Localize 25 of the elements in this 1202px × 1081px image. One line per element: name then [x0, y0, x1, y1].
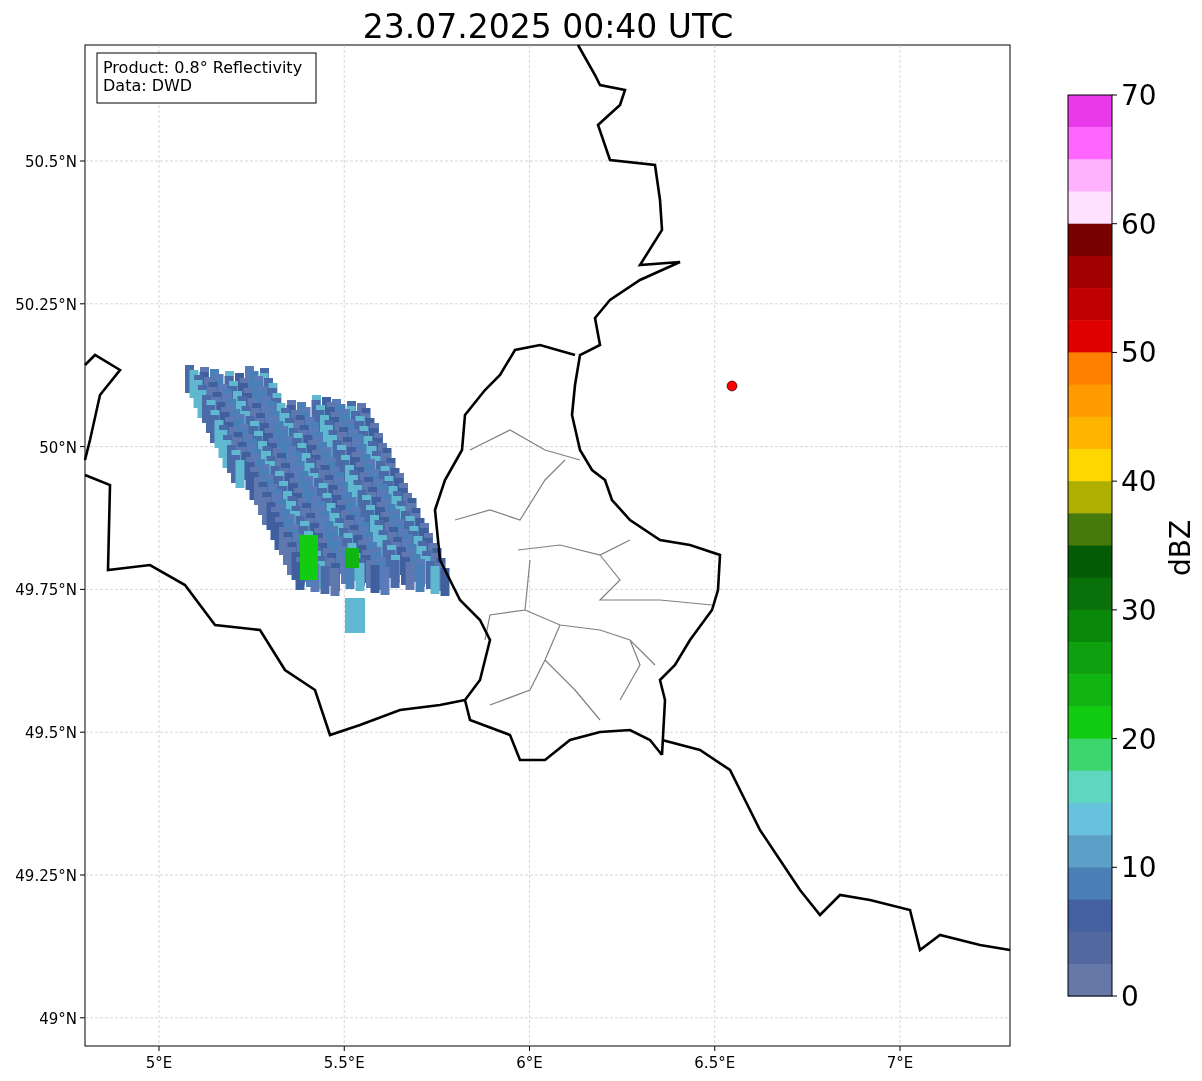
latitude-label: 50.25°N [15, 295, 77, 314]
colorbar-tick-label: 0 [1121, 980, 1139, 1013]
colorbar-tick-label: 60 [1121, 207, 1157, 241]
longitude-label: 5.5°E [323, 1054, 365, 1072]
legend-text: Data: DWD [103, 76, 193, 95]
longitude-label: 6°E [516, 1054, 543, 1072]
latitude-label: 49.25°N [15, 867, 77, 885]
colorbar-tick-label: 30 [1121, 593, 1157, 627]
latitude-label: 50.5°N [24, 153, 77, 171]
longitude-label: 7°E [886, 1054, 914, 1072]
latitude-label: 50°N [39, 438, 77, 457]
colorbar-tick-label: 40 [1121, 465, 1157, 499]
colorbar-tick-label: 70 [1121, 79, 1157, 112]
map-title: 23.07.2025 00:40 UTC [362, 7, 734, 46]
colorbar-tick-label: 50 [1121, 336, 1157, 370]
latitude-label: 49.75°N [15, 581, 77, 600]
longitude-label: 5°E [145, 1054, 173, 1072]
longitude-label: 6.5°E [694, 1054, 736, 1072]
colorbar-label: dBZ [1164, 519, 1197, 577]
latitude-label: 49°N [39, 1009, 77, 1028]
colorbar-tick-label: 10 [1121, 851, 1157, 885]
latitude-label: 49.5°N [24, 724, 77, 743]
colorbar-tick-label: 20 [1121, 722, 1157, 756]
radar-site-marker [726, 380, 738, 392]
legend-text: Product: 0.8° Reflectivity [103, 58, 303, 77]
